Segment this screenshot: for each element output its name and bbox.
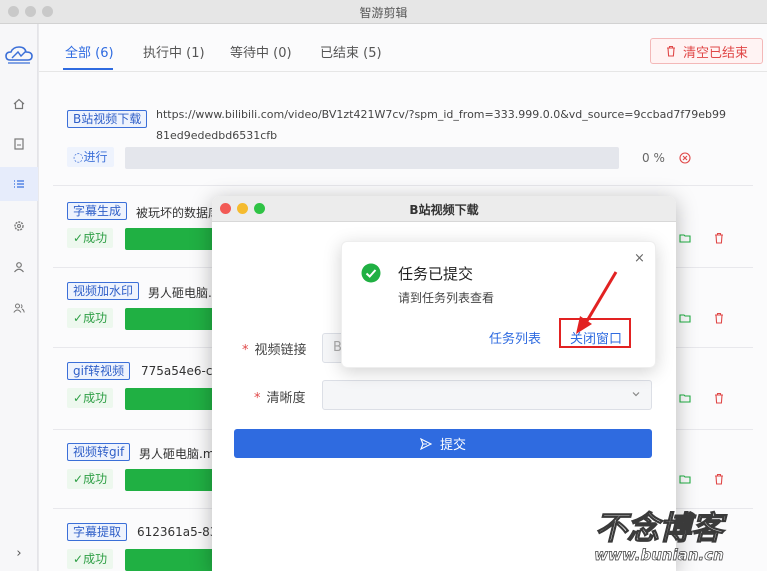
task-progress-track — [125, 228, 215, 250]
task-status-badge: ✓成功 — [67, 228, 114, 248]
task-status-label: 成功 — [83, 231, 108, 245]
task-progress-track — [125, 388, 215, 410]
app-logo-icon — [5, 46, 33, 64]
task-progress-percent: 0 % — [642, 151, 665, 165]
document-icon — [14, 138, 24, 150]
video-link-label-text: 视频链接 — [254, 343, 307, 358]
sidebar-item-tasks[interactable] — [0, 167, 38, 201]
task-progress-fill — [125, 228, 215, 250]
task-progress-track — [125, 308, 215, 330]
task-progress-track — [125, 147, 619, 169]
sidebar-item-home[interactable] — [0, 87, 38, 121]
sidebar-expand-button[interactable]: › — [0, 546, 38, 561]
active-tab-indicator — [63, 68, 113, 70]
trash-icon — [666, 45, 675, 57]
task-title: 612361a5-83 — [137, 525, 214, 539]
required-mark: * — [254, 391, 261, 406]
video-link-label: * 视频链接 — [242, 339, 307, 358]
task-status-label: 成功 — [83, 552, 108, 566]
task-title: 被玩坏的数据库 — [136, 206, 214, 220]
chevron-down-icon — [632, 392, 640, 397]
watermark-logo: 不念博客 www.bunian.cn — [594, 508, 729, 564]
task-type-tag: 字幕生成 — [67, 202, 128, 220]
task-status-label: 成功 — [83, 311, 108, 325]
sidebar-item-document[interactable] — [0, 127, 38, 161]
task-progress-fill — [125, 308, 215, 330]
required-mark: * — [242, 343, 249, 358]
dialog-title: B站视频下载 — [409, 203, 479, 217]
window-title: 智游剪辑 — [359, 6, 408, 20]
row-divider — [53, 185, 753, 186]
task-status-badge: ✓成功 — [67, 549, 114, 569]
task-type-tag: gif转视频 — [67, 362, 131, 380]
task-title: https://www.bilibili.com/video/BV1zt421W… — [156, 108, 726, 142]
task-progress-fill — [125, 469, 215, 491]
delete-task-icon[interactable] — [713, 312, 725, 324]
delete-task-icon[interactable] — [713, 392, 725, 404]
tab-running[interactable]: 执行中 (1) — [143, 42, 205, 61]
task-status-badge: ◌进行 — [67, 147, 114, 167]
delete-task-icon[interactable] — [713, 473, 725, 485]
user-icon — [14, 262, 24, 273]
home-icon — [13, 98, 25, 110]
sidebar-item-settings[interactable] — [0, 209, 38, 243]
delete-task-icon[interactable] — [713, 232, 725, 244]
send-icon — [419, 437, 432, 450]
users-icon — [13, 303, 25, 313]
task-status-badge: ✓成功 — [67, 388, 114, 408]
dialog-titlebar: B站视频下载 — [212, 196, 676, 222]
annotation-arrow — [576, 271, 618, 334]
watermark-title: 不念博客 — [595, 509, 728, 547]
window-titlebar: 智游剪辑 — [0, 0, 767, 24]
popup-title: 任务已提交 — [398, 265, 474, 283]
quality-label: * 清晰度 — [254, 387, 306, 406]
task-progress-fill — [125, 549, 215, 571]
task-status-label: 成功 — [83, 472, 108, 486]
sidebar-item-users[interactable] — [0, 291, 38, 325]
quality-label-text: 清晰度 — [266, 391, 306, 406]
quality-select[interactable] — [322, 380, 652, 410]
submit-button[interactable]: 提交 — [234, 429, 652, 458]
task-status-label: 成功 — [83, 391, 108, 405]
submit-label: 提交 — [439, 438, 466, 453]
popup-close-icon[interactable]: × — [634, 251, 645, 266]
open-folder-icon[interactable] — [679, 232, 691, 244]
task-type-tag: B站视频下载 — [67, 110, 148, 128]
task-title: 男人砸电脑.r — [148, 286, 214, 300]
settings-icon — [14, 221, 24, 231]
cancel-task-icon[interactable] — [679, 152, 691, 164]
task-type-tag: 字幕提取 — [67, 523, 128, 541]
task-progress-fill — [125, 388, 215, 410]
clear-finished-label: 清空已结束 — [682, 45, 748, 61]
tab-bar: 全部 (6) 执行中 (1) 等待中 (0) 已结束 (5) 清空已结束 — [39, 24, 767, 72]
list-icon — [14, 180, 24, 188]
open-folder-icon[interactable] — [679, 312, 691, 324]
tab-finished[interactable]: 已结束 (5) — [320, 42, 382, 61]
tab-waiting[interactable]: 等待中 (0) — [230, 42, 292, 61]
task-title: 男人砸电脑.m — [139, 447, 214, 461]
task-list-link[interactable]: 任务列表 — [489, 328, 541, 347]
open-folder-icon[interactable] — [679, 392, 691, 404]
success-check-icon — [361, 263, 381, 283]
tab-all[interactable]: 全部 (6) — [65, 42, 114, 61]
popup-message: 请到任务列表查看 — [398, 291, 495, 305]
task-title: 775a54e6-cb — [141, 364, 214, 378]
task-progress-track — [125, 549, 215, 571]
task-type-tag: 视频转gif — [67, 443, 131, 461]
task-status-label: 进行 — [83, 150, 108, 164]
task-status-badge: ✓成功 — [67, 469, 114, 489]
task-type-tag: 视频加水印 — [67, 282, 140, 300]
open-folder-icon[interactable] — [679, 473, 691, 485]
watermark-url: www.bunian.cn — [594, 546, 724, 564]
clear-finished-button[interactable]: 清空已结束 — [650, 38, 763, 64]
task-progress-track — [125, 469, 215, 491]
task-status-badge: ✓成功 — [67, 308, 114, 328]
sidebar-item-user[interactable] — [0, 250, 38, 284]
sidebar: › — [0, 24, 38, 571]
